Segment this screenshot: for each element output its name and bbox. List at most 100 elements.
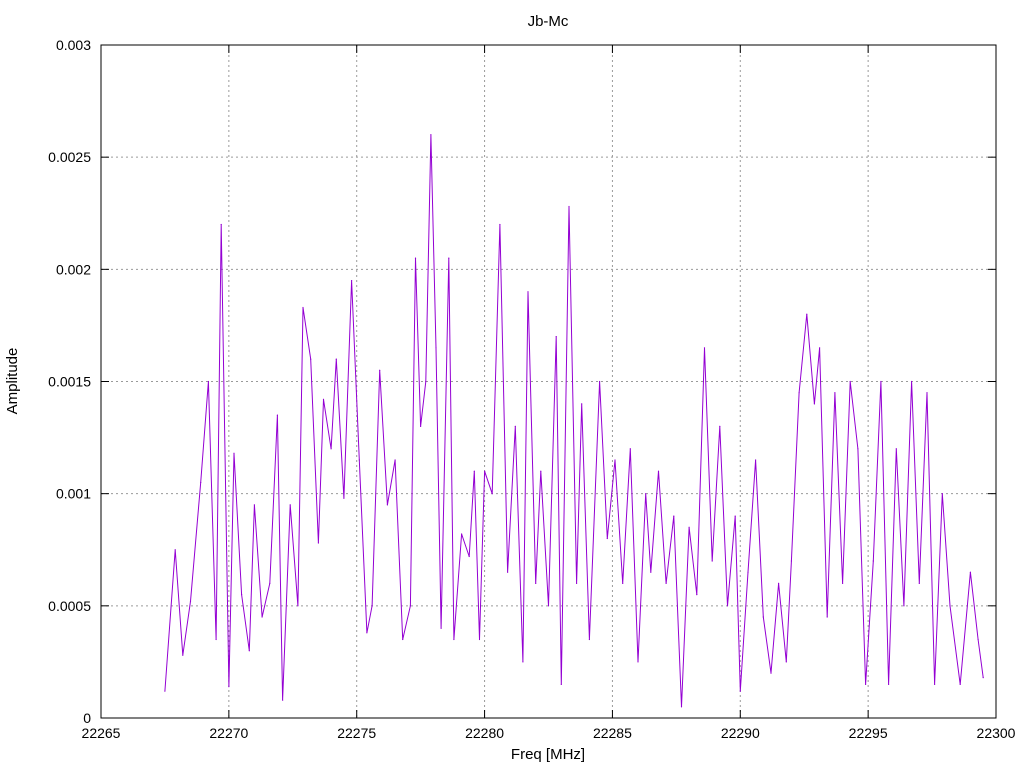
data-point xyxy=(233,452,235,454)
data-point xyxy=(484,470,486,472)
data-point xyxy=(934,683,936,686)
data-point xyxy=(261,616,263,618)
data-point xyxy=(241,594,243,596)
data-point xyxy=(547,605,550,607)
data-point xyxy=(606,537,608,540)
data-point xyxy=(182,654,184,656)
data-point xyxy=(366,632,368,634)
y-tick-label: 0.001 xyxy=(56,486,91,502)
y-tick-label: 0.002 xyxy=(56,261,91,277)
data-point xyxy=(982,677,984,679)
data-point xyxy=(941,493,943,495)
y-tick-label: 0.0005 xyxy=(48,598,91,614)
data-point xyxy=(414,257,417,259)
data-point xyxy=(959,683,961,686)
x-tick-labels: 22265 22270 22275 22280 22285 22290 22295 22300 xyxy=(82,725,1016,741)
data-point xyxy=(514,425,516,427)
data-point xyxy=(734,515,736,517)
data-point xyxy=(527,291,529,293)
data-point xyxy=(330,448,332,450)
data-point xyxy=(650,571,652,573)
x-tick-label: 22300 xyxy=(977,725,1016,741)
x-axis-label: Freq [MHz] xyxy=(511,746,585,763)
data-point xyxy=(872,560,874,562)
data-point xyxy=(507,571,509,573)
data-point xyxy=(473,470,475,472)
data-point xyxy=(394,459,396,461)
data-point xyxy=(335,358,337,360)
data-point xyxy=(322,398,325,400)
data-point xyxy=(762,616,764,618)
grid xyxy=(101,45,996,718)
data-point xyxy=(297,605,299,607)
line-chart: 22265 22270 22275 22280 22285 22290 22295 22300… xyxy=(4,13,1016,763)
data-point xyxy=(448,257,450,259)
data-point xyxy=(425,380,427,383)
data-point xyxy=(248,650,250,652)
x-tick-label: 22275 xyxy=(337,725,376,741)
data-point xyxy=(629,448,631,450)
data-point xyxy=(491,493,493,495)
data-point xyxy=(540,470,542,472)
y-tick-label: 0 xyxy=(83,710,91,726)
x-tick-label: 22290 xyxy=(721,725,760,741)
data-point xyxy=(276,414,278,416)
data-point xyxy=(461,533,463,535)
data-point xyxy=(806,313,808,315)
data-point xyxy=(969,571,972,573)
data-point xyxy=(599,380,601,383)
data-point xyxy=(665,582,667,585)
data-point xyxy=(358,459,360,461)
data-point xyxy=(522,661,524,663)
data-point xyxy=(918,582,920,585)
data-point xyxy=(189,600,192,602)
chart-title: Jb-Mc xyxy=(528,13,569,30)
y-tick-label: 0.0015 xyxy=(48,374,91,390)
data-point xyxy=(926,392,928,394)
x-tick-label: 22270 xyxy=(209,725,248,741)
data-point xyxy=(555,336,557,338)
data-point xyxy=(430,134,432,136)
data-point xyxy=(895,448,897,450)
data-point xyxy=(499,223,501,226)
data-point xyxy=(576,582,578,585)
data-point xyxy=(826,616,828,618)
data-point xyxy=(622,582,624,585)
data-point xyxy=(207,380,209,383)
x-tick-label: 22280 xyxy=(465,725,504,741)
data-point xyxy=(770,672,772,674)
data-point xyxy=(386,504,388,506)
data-point xyxy=(857,448,859,450)
data-point xyxy=(468,555,470,558)
data-point xyxy=(865,683,867,686)
data-point xyxy=(435,347,437,349)
data-point xyxy=(949,605,951,607)
data-point xyxy=(302,306,304,309)
data-point xyxy=(228,686,230,688)
data-point xyxy=(747,571,749,573)
data-point xyxy=(535,582,537,585)
data-point xyxy=(977,638,979,641)
x-tick-label: 22285 xyxy=(593,725,632,741)
data-point xyxy=(310,358,312,360)
data-point xyxy=(798,392,800,394)
data-point xyxy=(637,661,639,663)
data-point xyxy=(726,605,729,607)
data-point xyxy=(215,638,217,641)
data-point xyxy=(351,280,353,282)
data-point xyxy=(379,369,381,371)
data-point xyxy=(819,347,821,349)
data-point xyxy=(317,542,319,544)
data-point xyxy=(614,459,616,461)
data-point xyxy=(711,560,713,562)
data-point xyxy=(289,504,291,506)
data-point xyxy=(703,347,706,349)
data-point xyxy=(174,549,176,551)
data-point xyxy=(785,661,787,663)
data-point xyxy=(680,706,683,708)
chart-container: 22265 22270 22275 22280 22285 22290 22295 22300… xyxy=(0,0,1024,768)
data-point xyxy=(164,690,166,692)
data-point xyxy=(790,560,793,562)
data-point xyxy=(842,582,844,585)
data-point xyxy=(813,403,816,405)
